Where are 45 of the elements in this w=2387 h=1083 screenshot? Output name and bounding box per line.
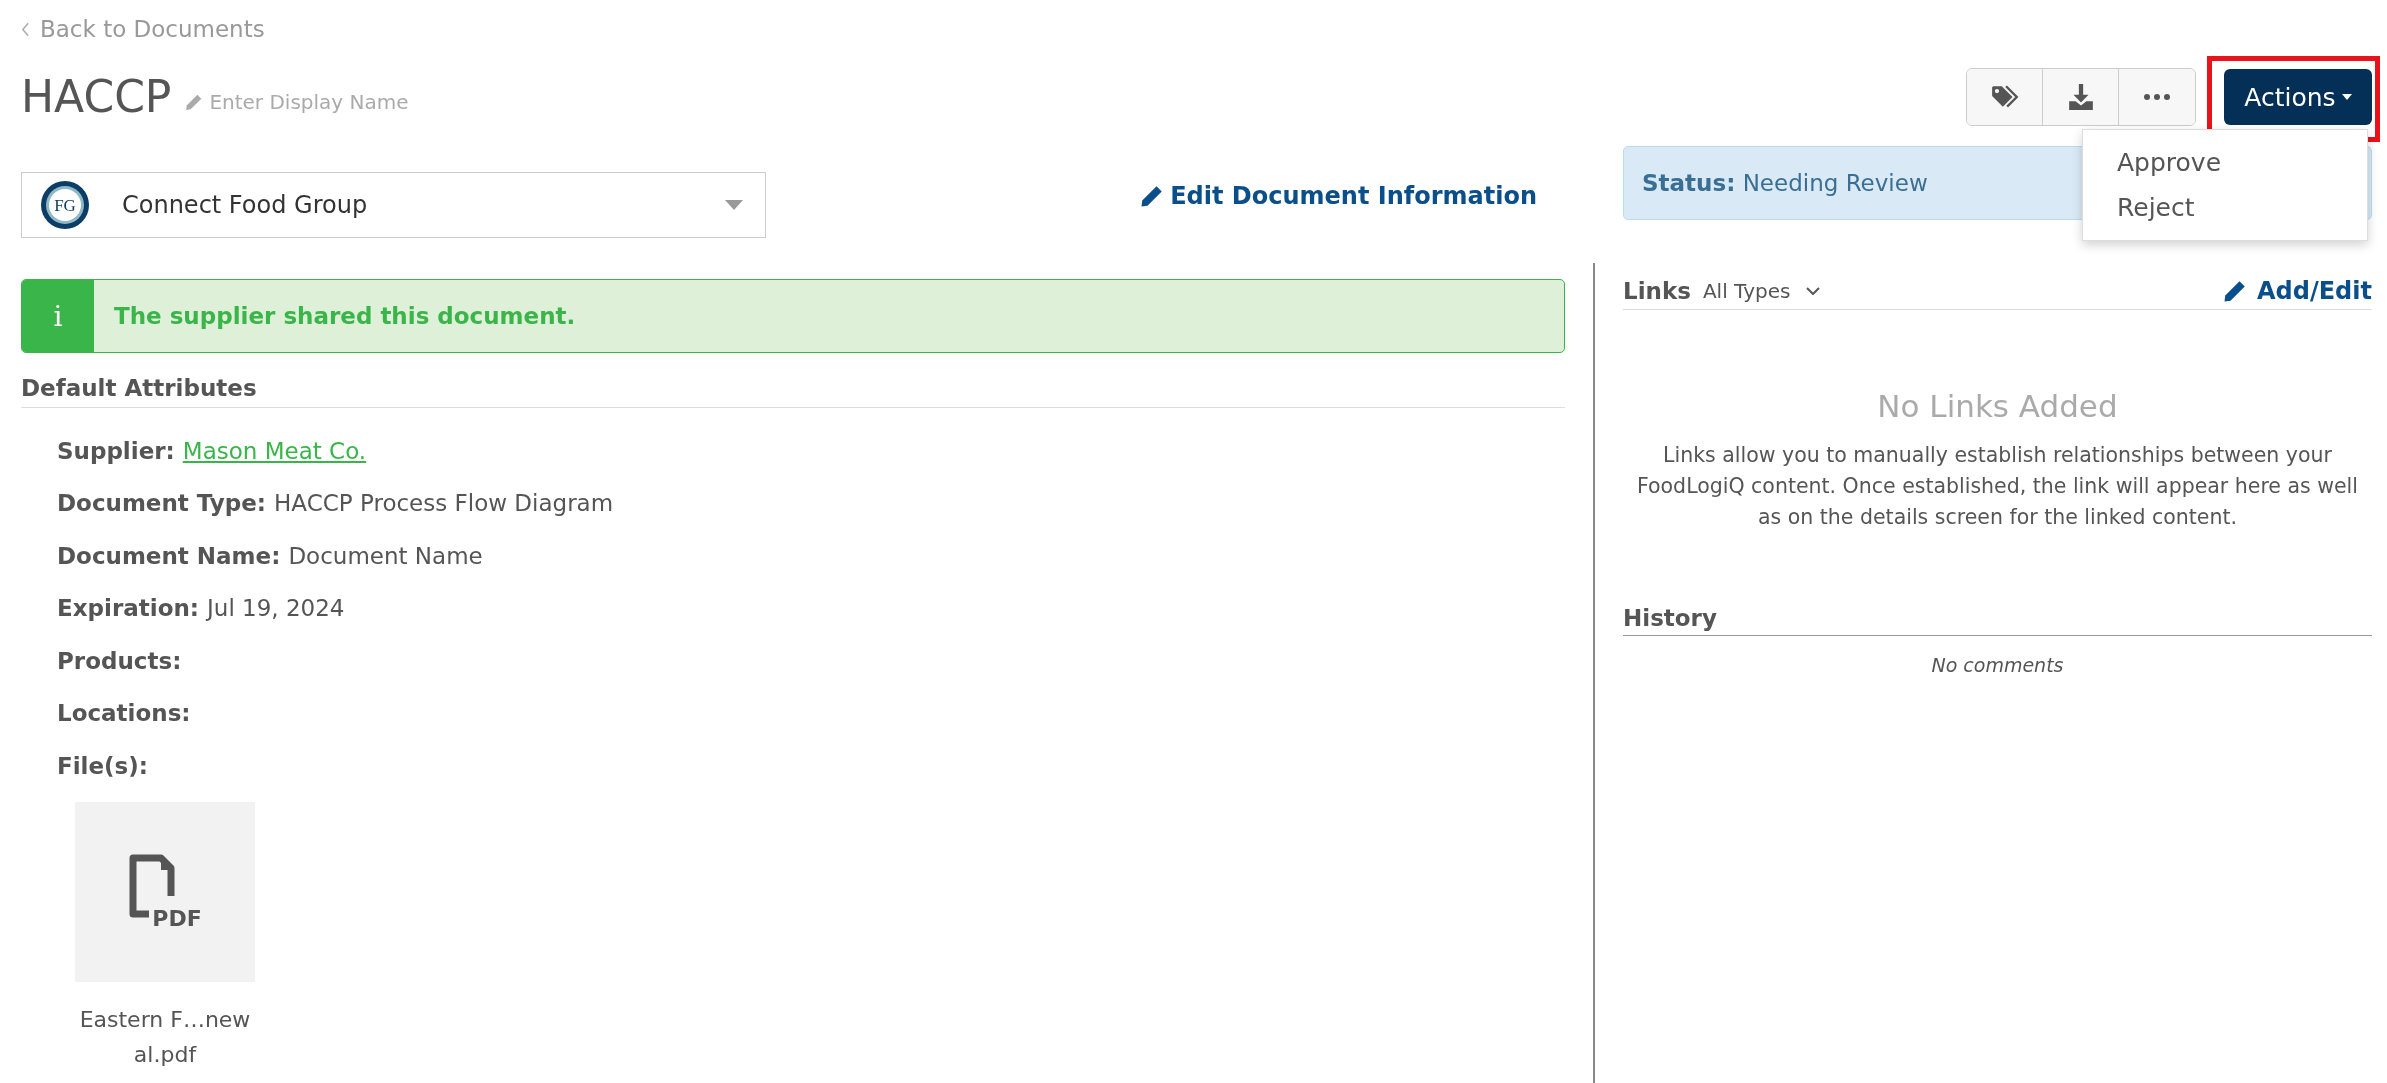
more-icon xyxy=(2144,94,2170,100)
notice-text: The supplier shared this document. xyxy=(114,303,576,330)
no-comments-text: No comments xyxy=(1930,654,2065,677)
company-logo: FG xyxy=(40,179,90,230)
tag-button[interactable] xyxy=(1967,69,2043,125)
attribute-label: Supplier: xyxy=(57,437,175,464)
document-title: HACCP xyxy=(21,72,172,122)
info-icon: i xyxy=(22,280,94,353)
attribute-value: Jul 19, 2024 xyxy=(207,595,345,621)
type-filter[interactable]: All Types xyxy=(1702,279,1821,304)
chevron-down-icon xyxy=(1806,287,1821,296)
actions-button[interactable]: Actions xyxy=(2224,69,2372,125)
status-text: Status: Needing Review xyxy=(1642,170,1928,196)
download-button[interactable] xyxy=(2043,69,2119,125)
attribute-label: Document Name: xyxy=(57,542,281,569)
edit-document-link[interactable]: Edit Document Information xyxy=(1140,181,1537,210)
file-name: Eastern F…new al.pdf xyxy=(78,1005,252,1069)
section-title: Default Attributes xyxy=(21,375,1565,409)
attribute-label: Expiration: xyxy=(57,595,199,621)
attribute-label: Document Type: xyxy=(57,490,267,516)
file-thumbnail[interactable]: PDF xyxy=(75,801,255,982)
attribute-label: Products: xyxy=(57,647,182,674)
caret-icon xyxy=(2341,94,2352,100)
attribute-label: File(s): xyxy=(57,752,148,779)
add-edit-link[interactable]: Add/Edit xyxy=(2223,277,2372,306)
attribute-value: Document Name xyxy=(288,542,483,569)
links-title: Links xyxy=(1623,278,1691,305)
history-title: History xyxy=(1623,605,2372,637)
organization-select[interactable]: FG Connect Food Group xyxy=(21,171,766,238)
more-button[interactable] xyxy=(2119,69,2195,125)
download-icon xyxy=(2066,83,2095,111)
empty-title: No Links Added xyxy=(1876,388,2119,425)
chevron-left-icon xyxy=(21,21,30,37)
pencil-icon xyxy=(185,93,204,112)
dropdown-arrow-icon xyxy=(725,199,743,210)
empty-description: Links allow you to manually establish relationships between your FoodLogiQ content. Once established, the link will appear here as well as on the details screen for the linked content. xyxy=(1635,442,2359,532)
menu-item[interactable]: Reject xyxy=(2083,185,2367,230)
tags-icon xyxy=(1989,84,2020,110)
attribute-label: Locations: xyxy=(57,700,191,726)
pencil-icon xyxy=(1140,183,1165,208)
display-name-field[interactable]: Enter Display Name xyxy=(185,89,472,122)
menu-item[interactable]: Approve xyxy=(2083,140,2367,185)
pencil-icon xyxy=(2223,279,2247,304)
attribute-value: HACCP Process Flow Diagram xyxy=(274,490,614,516)
organization-name: Connect Food Group xyxy=(122,190,369,219)
